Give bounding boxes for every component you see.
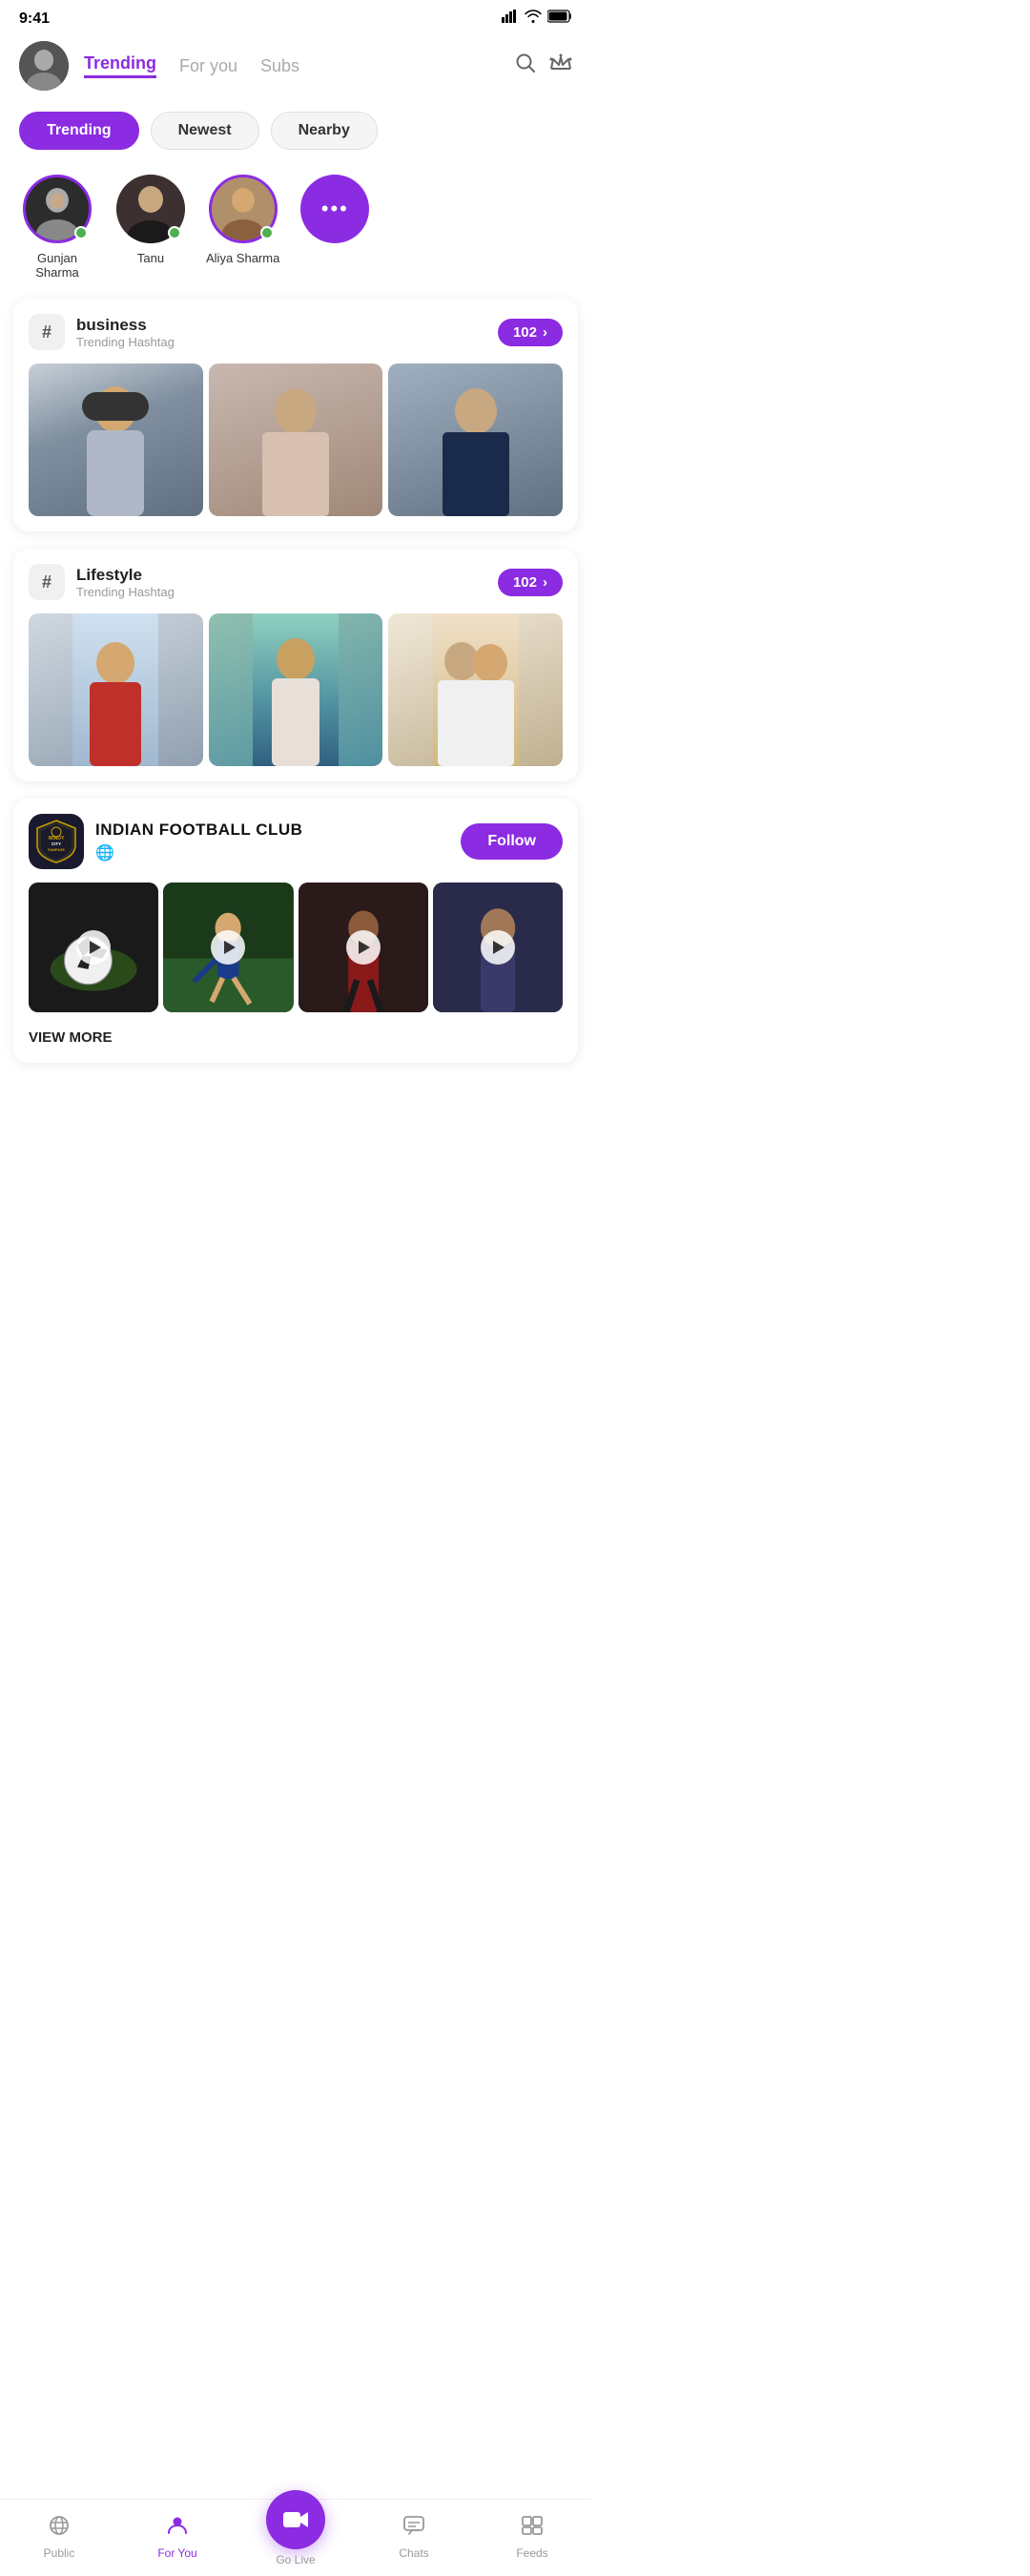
story-avatar-wrap-tanu — [116, 175, 185, 243]
club-globe: 🌐 — [95, 843, 302, 862]
grid-image-1[interactable] — [29, 364, 203, 516]
view-more-button[interactable]: VIEW MORE — [29, 1026, 563, 1048]
chevron-right-icon: › — [543, 324, 547, 341]
hashtag-left-business: # business Trending Hashtag — [29, 314, 175, 350]
hashtag-title-business: business — [76, 316, 175, 335]
story-avatar-wrap-gunjan — [23, 175, 92, 243]
grid-image-lifestyle-2[interactable] — [209, 613, 383, 766]
go-live-button[interactable] — [266, 2490, 325, 2549]
nav-public[interactable]: Public — [0, 2514, 118, 2560]
feeds-label: Feeds — [516, 2546, 547, 2560]
online-indicator-gunjan — [74, 226, 88, 239]
hashtag-title-lifestyle: Lifestyle — [76, 566, 175, 585]
hashtag-header-business: # business Trending Hashtag 102 › — [29, 314, 563, 350]
story-avatar-wrap-aliya — [209, 175, 278, 243]
club-card: WINDY CITY RAMPAGE INDIAN FOOTBALL CLUB … — [13, 799, 578, 1063]
story-name-aliya: Aliya Sharma — [206, 251, 279, 265]
filter-nearby[interactable]: Nearby — [271, 112, 378, 150]
chevron-right-icon-lifestyle: › — [543, 574, 547, 591]
foryou-icon — [166, 2514, 189, 2543]
golive-label: Go Live — [276, 2553, 315, 2566]
story-more[interactable]: ••• — [300, 175, 369, 243]
hashtag-left-lifestyle: # Lifestyle Trending Hashtag — [29, 564, 175, 600]
user-avatar[interactable] — [19, 41, 69, 91]
wifi-icon — [525, 10, 542, 28]
filter-newest[interactable]: Newest — [151, 112, 259, 150]
main-nav: Trending For you Subs — [84, 53, 500, 78]
grid-image-3[interactable] — [388, 364, 563, 516]
tab-foryou[interactable]: For you — [179, 56, 237, 76]
video-thumb-4[interactable] — [433, 883, 563, 1012]
tab-subs[interactable]: Subs — [260, 56, 299, 76]
bottom-nav: Public For You Go Live — [0, 2499, 591, 2576]
hashtag-info-business: business Trending Hashtag — [76, 316, 175, 349]
story-aliya[interactable]: Aliya Sharma — [206, 175, 279, 265]
feeds-icon — [521, 2514, 544, 2543]
svg-text:CITY: CITY — [52, 841, 61, 846]
club-header: WINDY CITY RAMPAGE INDIAN FOOTBALL CLUB … — [29, 814, 563, 869]
hashtag-count-business[interactable]: 102 › — [498, 319, 563, 346]
story-name-gunjan: Gunjan Sharma — [19, 251, 95, 280]
svg-text:RAMPAGE: RAMPAGE — [48, 848, 65, 852]
more-stories-button[interactable]: ••• — [300, 175, 369, 243]
story-tanu[interactable]: Tanu — [116, 175, 185, 265]
hashtag-card-business: # business Trending Hashtag 102 › — [13, 299, 578, 531]
public-label: Public — [44, 2546, 75, 2560]
story-row: Gunjan Sharma Tanu — [0, 165, 591, 299]
chats-icon — [402, 2514, 425, 2543]
crown-icon[interactable] — [549, 53, 572, 78]
hashtag-sub-lifestyle: Trending Hashtag — [76, 585, 175, 599]
search-icon[interactable] — [515, 52, 536, 79]
hash-icon-lifestyle: # — [29, 564, 65, 600]
nav-chats[interactable]: Chats — [355, 2514, 473, 2560]
play-button-3[interactable] — [346, 930, 381, 965]
grid-image-lifestyle-3[interactable] — [388, 613, 563, 766]
grid-image-lifestyle-1[interactable] — [29, 613, 203, 766]
club-name: INDIAN FOOTBALL CLUB — [95, 821, 302, 840]
chats-label: Chats — [399, 2546, 428, 2560]
tab-trending[interactable]: Trending — [84, 53, 156, 78]
image-grid-business — [29, 364, 563, 516]
time: 9:41 — [19, 10, 50, 28]
club-logo: WINDY CITY RAMPAGE — [29, 814, 84, 869]
story-gunjan[interactable]: Gunjan Sharma — [19, 175, 95, 280]
hashtag-count-lifestyle[interactable]: 102 › — [498, 569, 563, 596]
filter-pills: Trending Newest Nearby — [0, 102, 591, 165]
video-thumb-1[interactable] — [29, 883, 158, 1012]
play-button-4[interactable] — [481, 930, 515, 965]
follow-button[interactable]: Follow — [461, 823, 563, 860]
club-logo-wrap: WINDY CITY RAMPAGE INDIAN FOOTBALL CLUB … — [29, 814, 302, 869]
grid-image-2[interactable] — [209, 364, 383, 516]
signal-icon — [502, 10, 519, 28]
video-grid — [29, 883, 563, 1012]
online-indicator-tanu — [168, 226, 181, 239]
battery-icon — [547, 10, 572, 28]
club-info: INDIAN FOOTBALL CLUB 🌐 — [95, 821, 302, 862]
hashtag-card-lifestyle: # Lifestyle Trending Hashtag 102 › — [13, 549, 578, 781]
nav-foryou[interactable]: For You — [118, 2514, 237, 2560]
image-grid-lifestyle — [29, 613, 563, 766]
nav-golive[interactable]: Go Live — [237, 2507, 355, 2566]
hashtag-sub-business: Trending Hashtag — [76, 335, 175, 349]
video-thumb-2[interactable] — [163, 883, 293, 1012]
header-actions — [515, 52, 572, 79]
status-icons — [502, 10, 572, 28]
hash-icon-business: # — [29, 314, 65, 350]
foryou-label: For You — [157, 2546, 196, 2560]
ellipsis-icon: ••• — [321, 197, 349, 221]
story-name-tanu: Tanu — [137, 251, 164, 265]
video-thumb-3[interactable] — [299, 883, 428, 1012]
status-bar: 9:41 — [0, 0, 591, 33]
public-icon — [48, 2514, 71, 2543]
hashtag-header-lifestyle: # Lifestyle Trending Hashtag 102 › — [29, 564, 563, 600]
hashtag-info-lifestyle: Lifestyle Trending Hashtag — [76, 566, 175, 599]
online-indicator-aliya — [260, 226, 274, 239]
header: Trending For you Subs — [0, 33, 591, 102]
play-button-1[interactable] — [76, 930, 111, 965]
filter-trending[interactable]: Trending — [19, 112, 139, 150]
nav-feeds[interactable]: Feeds — [473, 2514, 591, 2560]
